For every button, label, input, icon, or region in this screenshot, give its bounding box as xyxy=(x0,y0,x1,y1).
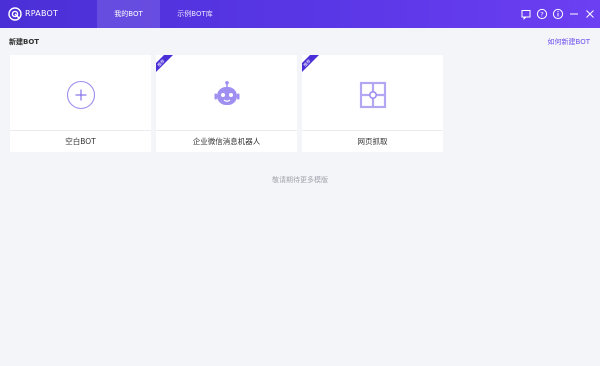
tab-my-bot[interactable]: 我的BOT xyxy=(97,0,160,28)
wecom-bot-card[interactable]: 推荐 企业微信消息机器人 xyxy=(156,55,297,152)
recommended-badge: 推荐 xyxy=(156,55,173,72)
app-name: RPABOT xyxy=(25,9,59,18)
help-icon[interactable]: ? xyxy=(536,8,548,20)
web-scrape-card[interactable]: 推荐 网页抓取 xyxy=(302,55,443,152)
plus-circle-icon xyxy=(66,80,95,110)
section-title: 新建BOT xyxy=(9,38,40,46)
card-label: 企业微信消息机器人 xyxy=(156,130,297,152)
blank-bot-card[interactable]: 空白BOT xyxy=(10,55,151,152)
close-icon[interactable] xyxy=(584,8,596,20)
web-scrape-icon xyxy=(359,81,386,109)
info-icon[interactable] xyxy=(552,8,564,20)
robot-icon xyxy=(214,81,239,105)
title-bar: RPABOT 我的BOT 示例BOT库 ? xyxy=(0,0,600,28)
app-logo-icon xyxy=(8,7,22,21)
card-label: 网页抓取 xyxy=(302,130,443,152)
card-label: 空白BOT xyxy=(10,130,151,152)
svg-text:?: ? xyxy=(540,10,543,18)
comment-icon[interactable] xyxy=(520,8,532,20)
how-to-create-bot-link[interactable]: 如何新建BOT xyxy=(548,37,590,47)
more-templates-note: 敬请期待更多模版 xyxy=(272,176,328,184)
tab-example-bot-library[interactable]: 示例BOT库 xyxy=(165,0,225,28)
minimize-icon[interactable] xyxy=(568,8,580,20)
recommended-badge: 推荐 xyxy=(302,55,319,72)
